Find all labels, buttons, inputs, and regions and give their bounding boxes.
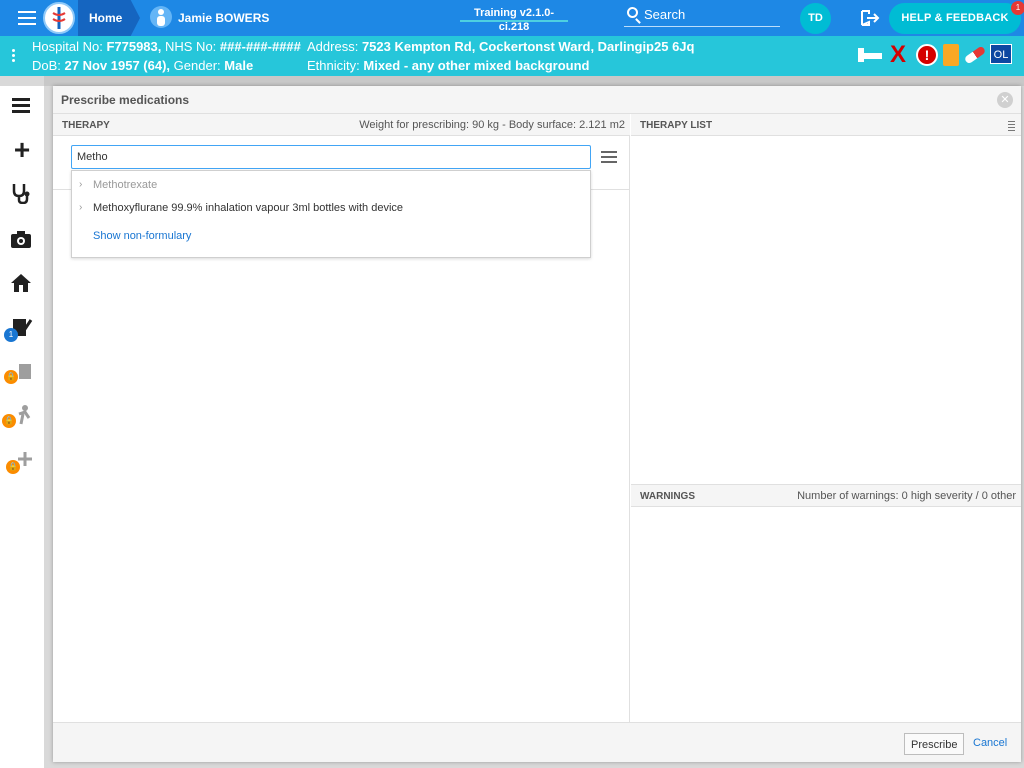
hospital-no-label: Hospital No:	[32, 39, 103, 54]
alert-icon[interactable]: !	[916, 44, 938, 66]
prescribe-medications-dialog: Prescribe medications ✕ THERAPY Weight f…	[53, 86, 1021, 762]
address: 7523 Kempton Rd, Cockertonst Ward, Darli…	[361, 39, 695, 54]
ethnicity: Mixed - any other mixed background	[363, 58, 590, 73]
search-result-label: Methoxyflurane 99.9% inhalation vapour 3…	[93, 202, 404, 214]
hamburger-menu-icon[interactable]	[18, 11, 36, 25]
gender: Male	[224, 58, 254, 73]
warnings-title: WARNINGS	[640, 491, 695, 502]
warnings-summary: Number of warnings: 0 high severity / 0 …	[797, 490, 1016, 502]
stethoscope-icon[interactable]	[0, 174, 44, 214]
weight-body-surface: Weight for prescribing: 90 kg - Body sur…	[359, 119, 625, 131]
lock-icon: 🔒	[2, 414, 16, 428]
dob-label: DoB:	[32, 58, 61, 73]
nhs-no-label: NHS No:	[165, 39, 217, 54]
hospital-no: F775983,	[106, 39, 162, 54]
dob: 27 Nov 1957 (64),	[64, 58, 171, 73]
patient-icon	[150, 6, 172, 28]
therapy-pane: THERAPY Weight for prescribing: 90 kg - …	[53, 114, 630, 722]
show-non-formulary-link[interactable]: Show non-formulary	[93, 230, 191, 242]
prescribe-icon[interactable]: 1	[0, 308, 44, 348]
dialog-footer: Prescribe Cancel	[53, 722, 1021, 762]
clipboard-locked-icon[interactable]: 🔒	[0, 352, 44, 392]
therapy-header: THERAPY Weight for prescribing: 90 kg - …	[53, 114, 630, 136]
chevron-right-icon: ›	[79, 179, 83, 190]
medication-search-input[interactable]	[71, 145, 591, 169]
warnings-pane: WARNINGS Number of warnings: 0 high seve…	[631, 484, 1021, 722]
therapy-list-menu-icon[interactable]	[1008, 121, 1015, 133]
help-notification-badge: 1	[1011, 1, 1024, 15]
list-icon[interactable]	[0, 86, 44, 126]
search-result-label: Methotrexate	[93, 179, 158, 191]
search-result-item[interactable]: › Methoxyflurane 99.9% inhalation vapour…	[72, 198, 590, 218]
user-avatar[interactable]: TD	[800, 3, 831, 34]
app-logo	[43, 2, 75, 34]
address-label: Address:	[307, 39, 359, 54]
banner-row-2-left: DoB: 27 Nov 1957 (64), Gender: Male	[32, 58, 253, 73]
logout-icon[interactable]	[860, 9, 880, 27]
bed-icon[interactable]	[856, 44, 884, 66]
environment-label: Training v2.1.0-ci.218	[460, 6, 568, 33]
cancel-link[interactable]: Cancel	[973, 737, 1007, 749]
search-icon	[627, 7, 638, 18]
home-label[interactable]: Home	[89, 11, 122, 25]
ol-badge[interactable]: OL	[990, 44, 1012, 64]
banner-more-icon[interactable]	[12, 49, 15, 64]
ethnicity-label: Ethnicity:	[307, 58, 360, 73]
close-icon[interactable]: ✕	[997, 92, 1013, 108]
search-results-dropdown: › Methotrexate › Methoxyflurane 99.9% in…	[71, 170, 591, 258]
therapy-title: THERAPY	[62, 120, 110, 131]
search-result-item[interactable]: › Methotrexate	[72, 175, 590, 195]
menu-icon[interactable]	[601, 151, 617, 163]
chevron-right-icon: ›	[79, 202, 83, 213]
dialog-header: Prescribe medications ✕	[53, 86, 1021, 114]
pill-icon[interactable]	[963, 44, 985, 66]
top-bar: Home Jamie BOWERS Training v2.1.0-ci.218…	[0, 0, 1024, 36]
patient-name[interactable]: Jamie BOWERS	[178, 11, 269, 25]
gender-label: Gender:	[173, 58, 221, 73]
therapy-list-pane: THERAPY LIST	[631, 114, 1021, 484]
lock-icon: 🔒	[4, 370, 18, 384]
warnings-header: WARNINGS Number of warnings: 0 high seve…	[631, 485, 1021, 507]
help-feedback-button[interactable]: HELP & FEEDBACK	[889, 3, 1021, 34]
prescribe-count-badge: 1	[4, 328, 18, 342]
background-app-strip	[44, 76, 1024, 86]
search-label[interactable]: Search	[644, 7, 685, 22]
x-alert-icon[interactable]: X	[890, 43, 912, 67]
left-rail: + 1 🔒 🔒 🔒	[0, 86, 44, 768]
banner-row-1-left: Hospital No: F775983, NHS No: ###-###-##…	[32, 39, 301, 54]
therapy-list-header: THERAPY LIST	[631, 114, 1021, 136]
lock-icon: 🔒	[6, 460, 20, 474]
patient-banner: Hospital No: F775983, NHS No: ###-###-##…	[0, 36, 1024, 76]
banner-row-2-right: Ethnicity: Mixed - any other mixed backg…	[307, 58, 589, 73]
add-locked-icon[interactable]: 🔒	[0, 440, 44, 480]
dialog-title: Prescribe medications	[61, 93, 190, 107]
therapy-list-title: THERAPY LIST	[640, 120, 713, 131]
clipboard-icon[interactable]	[943, 44, 959, 66]
banner-row-1-right: Address: 7523 Kempton Rd, Cockertonst Wa…	[307, 39, 694, 54]
global-search[interactable]: Search	[624, 5, 780, 27]
prescribe-button[interactable]: Prescribe	[904, 733, 964, 755]
nhs-no: ###-###-####	[219, 39, 301, 54]
add-icon[interactable]: +	[0, 130, 44, 170]
caduceus-icon	[52, 7, 66, 29]
home-care-icon[interactable]	[0, 264, 44, 304]
activity-locked-icon[interactable]: 🔒	[0, 396, 44, 436]
camera-icon[interactable]	[0, 220, 44, 260]
